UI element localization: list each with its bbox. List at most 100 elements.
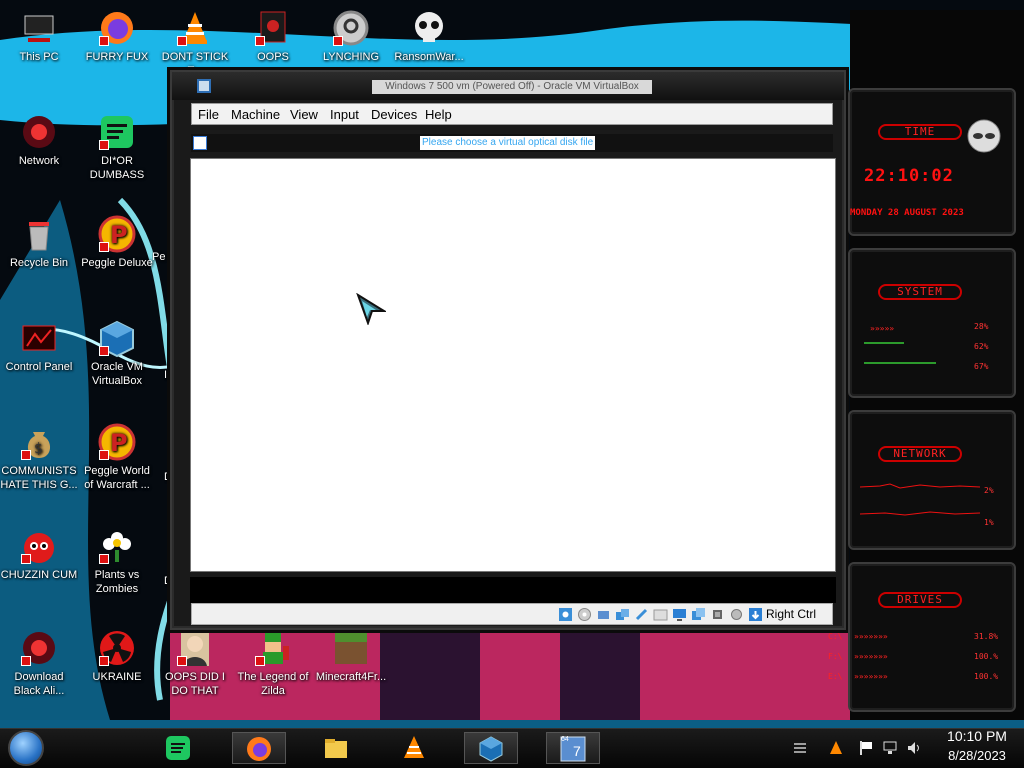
spotify-icon: [166, 736, 190, 760]
chuzzle-icon: [19, 526, 59, 566]
clock-date: MONDAY 28 AUGUST 2023: [850, 208, 964, 218]
peggle-icon: P: [97, 214, 137, 254]
desktop-icon-label: COMMUNISTS HATE THIS G...: [0, 465, 78, 491]
desktop-icon-virtualbox[interactable]: Oracle VM VirtualBox: [78, 318, 156, 388]
taskbar-app-firefox[interactable]: [232, 732, 286, 764]
desktop-icon-label: Oracle VM VirtualBox: [91, 361, 143, 387]
taskbar-app-spotify[interactable]: [152, 732, 206, 764]
desktop-icon-black-alien[interactable]: Download Black Ali...: [0, 628, 78, 698]
system-value-3: 67%: [974, 362, 989, 371]
hard-disk-icon[interactable]: [558, 607, 573, 622]
vm-display[interactable]: [190, 158, 836, 572]
window-title: Windows 7 500 vm (Powered Off) - Oracle …: [372, 80, 652, 94]
menu-file[interactable]: File: [198, 107, 219, 122]
svg-text:$: $: [34, 441, 43, 457]
taskbar-app-vlc[interactable]: [388, 732, 442, 764]
network-value-1: 2%: [984, 486, 994, 495]
desktop-icon-lynching[interactable]: LYNCHING: [312, 8, 390, 64]
svg-text:P: P: [110, 221, 128, 249]
desktop-icon-label: DI*OR DUMBASS: [89, 155, 145, 181]
menu-input[interactable]: Input: [330, 107, 359, 122]
desktop-icon-ukraine[interactable]: UKRAINE: [78, 628, 156, 684]
taskbar-app-windows7-vm[interactable]: 64 7: [546, 732, 600, 764]
desktop-icon-oops-did-i[interactable]: OOPS DID I DO THAT: [156, 628, 234, 698]
optical-drive-icon[interactable]: [577, 607, 592, 622]
show-desktop-icon[interactable]: [792, 740, 808, 756]
desktop-icon-label: LYNCHING: [322, 51, 380, 63]
shared-folder-icon[interactable]: [653, 607, 668, 622]
desktop-icon-zilda[interactable]: The Legend of Zilda: [234, 628, 312, 698]
desktop-icon-label: CHUZZIN CUM: [0, 569, 78, 581]
desktop-icon-label: Control Panel: [5, 361, 73, 373]
desktop-icon-ransomware[interactable]: RansomWar...: [390, 8, 468, 64]
capture-icon[interactable]: [691, 607, 706, 622]
desktop-icon-label: OOPS DID I DO THAT: [165, 671, 225, 697]
desktop-icon-furry-fux[interactable]: FURRY FUX: [78, 8, 156, 64]
virtualbox-icon: [97, 318, 137, 358]
gear-noose-icon: [331, 8, 371, 48]
alien-icon: [967, 119, 1001, 153]
desktop-icon-label: UKRAINE: [92, 671, 142, 683]
desktop-icon-minecraft[interactable]: Minecraft4Fr...: [312, 628, 390, 684]
grass-block-icon: [331, 628, 371, 668]
desktop-icon-label: Peggle World of Warcraft ...: [84, 465, 150, 491]
swap-bar: [864, 362, 936, 364]
desktop-icon-partial-pe[interactable]: Pe: [152, 250, 172, 264]
action-center-flag-icon[interactable]: [858, 740, 874, 756]
menu-view[interactable]: View: [290, 107, 318, 122]
notice-text: Please choose a virtual optical disk fil…: [420, 136, 596, 150]
tray-clock-time[interactable]: 10:10 PM: [934, 728, 1020, 744]
drive-value-c: 31.8%: [974, 632, 999, 641]
desktop-icon-oops[interactable]: OOPS: [234, 8, 312, 64]
status-bar: Right Ctrl: [191, 603, 833, 625]
desktop-icon-dont-stick[interactable]: DONT STICK T...: [156, 8, 234, 78]
tray-clock-date[interactable]: 8/28/2023: [934, 748, 1020, 763]
desktop-icon-label: Recycle Bin: [9, 257, 69, 269]
volume-icon[interactable]: [906, 740, 922, 756]
settings-icon[interactable]: [729, 607, 744, 622]
network-widget-label: NETWORK: [878, 446, 962, 462]
drive-value-f: 100.%: [974, 652, 999, 661]
desktop-icon-pvz[interactable]: Plants vs Zombies: [78, 526, 156, 596]
menu-devices[interactable]: Devices: [371, 107, 417, 122]
desktop-icon-chuzzle[interactable]: CHUZZIN CUM: [0, 526, 78, 582]
drives-widget: DRIVES C:\ F:\ E:\ »»»»»»» »»»»»»» »»»»»…: [828, 562, 1016, 712]
menu-machine[interactable]: Machine: [231, 107, 280, 122]
desktop-icon-peggle-deluxe[interactable]: P Peggle Deluxe: [78, 214, 156, 270]
desktop-icon-label: Peggle Deluxe: [81, 257, 153, 269]
display-icon[interactable]: [672, 607, 687, 622]
desktop-icon-network[interactable]: Network: [0, 112, 78, 168]
red-cube-icon: [253, 8, 293, 48]
audio-icon[interactable]: [596, 607, 611, 622]
red-orb-icon: [19, 628, 59, 668]
start-button[interactable]: [8, 730, 44, 766]
vm-display-bottom: [190, 577, 836, 603]
mouse-cursor-icon: [356, 293, 386, 325]
menu-help[interactable]: Help: [425, 107, 452, 122]
svg-text:P: P: [110, 429, 128, 457]
desktop-icon-peggle-wow[interactable]: P Peggle World of Warcraft ...: [78, 422, 156, 492]
vlc-tray-icon[interactable]: [828, 740, 844, 756]
cpu-icon[interactable]: [710, 607, 725, 622]
firefox-icon: [97, 8, 137, 48]
desktop-icon-communists[interactable]: $ COMMUNISTS HATE THIS G...: [0, 422, 78, 492]
desktop-icon-this-pc[interactable]: This PC: [0, 8, 78, 64]
desktop-icon-label: Plants vs Zombies: [94, 569, 140, 595]
host-key-icon[interactable]: [748, 607, 763, 622]
clock-time: 22:10:02: [864, 166, 954, 186]
desktop-icon-discord[interactable]: DI*OR DUMBASS: [78, 112, 156, 182]
desktop-icon-control-panel[interactable]: Control Panel: [0, 318, 78, 374]
notice-bar: Please choose a virtual optical disk fil…: [191, 134, 833, 152]
virtualbox-vm-window[interactable]: Windows 7 500 vm (Powered Off) - Oracle …: [170, 70, 846, 630]
widget-panel: TIME 22:10:02 MONDAY 28 AUGUST 2023 SYST…: [828, 88, 1018, 728]
window-titlebar[interactable]: Windows 7 500 vm (Powered Off) - Oracle …: [172, 72, 844, 100]
taskbar-app-file-explorer[interactable]: [310, 732, 364, 764]
desktop-icon-recycle-bin[interactable]: Recycle Bin: [0, 214, 78, 270]
network-widget: NETWORK 2% 1%: [848, 410, 1016, 550]
drive-bar-f: »»»»»»»: [854, 652, 888, 661]
usb-icon[interactable]: [634, 607, 649, 622]
taskbar-app-virtualbox[interactable]: [464, 732, 518, 764]
desktop-icon-label: The Legend of Zilda: [237, 671, 309, 697]
network-tray-icon[interactable]: [882, 740, 898, 756]
network-adapter-icon[interactable]: [615, 607, 630, 622]
